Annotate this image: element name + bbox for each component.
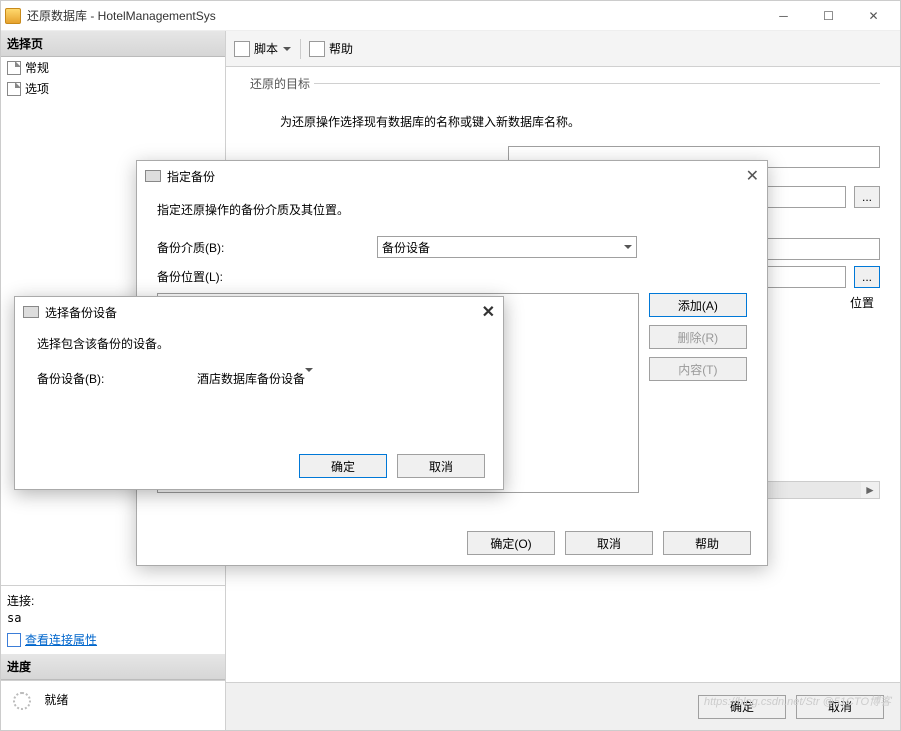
- help-icon: [309, 41, 325, 57]
- remove-location-button[interactable]: 删除(R): [649, 325, 747, 349]
- backup-media-value: 备份设备: [382, 239, 430, 256]
- backup-device-combo[interactable]: 酒店数据库备份设备: [197, 370, 477, 387]
- sidebar-item-label: 选项: [25, 80, 49, 97]
- progress-section: 就绪: [1, 680, 225, 730]
- specify-backup-titlebar: 指定备份 ✕: [137, 161, 767, 191]
- window-title: 还原数据库 - HotelManagementSys: [27, 7, 761, 24]
- select-device-title: 选择备份设备: [45, 304, 117, 321]
- close-button[interactable]: ✕: [851, 2, 896, 30]
- link-icon: [7, 633, 21, 647]
- select-device-close-button[interactable]: ✕: [482, 302, 495, 322]
- specify-cancel-button[interactable]: 取消: [565, 531, 653, 555]
- dropdown-arrow-icon[interactable]: [282, 44, 292, 54]
- backup-device-value: 酒店数据库备份设备: [197, 372, 305, 386]
- select-device-titlebar: 选择备份设备 ✕: [15, 297, 503, 327]
- dialog-icon: [23, 306, 39, 318]
- watermark: https://blog.csdn.net/Str @51CTO博客: [704, 693, 891, 709]
- page-icon: [7, 82, 21, 96]
- backup-device-label: 备份设备(B):: [37, 370, 197, 387]
- connection-value: sa: [7, 611, 219, 625]
- connection-label: 连接:: [7, 592, 219, 609]
- select-backup-device-dialog: 选择备份设备 ✕ 选择包含该备份的设备。 备份设备(B): 酒店数据库备份设备 …: [14, 296, 504, 490]
- specify-backup-instruction: 指定还原操作的备份介质及其位置。: [157, 201, 747, 218]
- help-button[interactable]: 帮助: [329, 40, 353, 57]
- target-hint: 为还原操作选择现有数据库的名称或键入新数据库名称。: [280, 113, 880, 130]
- select-device-ok-button[interactable]: 确定: [299, 454, 387, 478]
- group-legend: 还原的目标: [246, 75, 314, 92]
- specify-backup-close-button[interactable]: ✕: [746, 166, 759, 186]
- view-connection-properties-link[interactable]: 查看连接属性: [7, 631, 219, 648]
- sidebar-item-label: 常规: [25, 59, 49, 76]
- page-icon: [7, 61, 21, 75]
- progress-status: 就绪: [44, 693, 68, 707]
- add-location-button[interactable]: 添加(A): [649, 293, 747, 317]
- content-button[interactable]: 内容(T): [649, 357, 747, 381]
- specify-backup-title: 指定备份: [167, 168, 215, 185]
- dialog-icon: [145, 170, 161, 182]
- sidebar-item-options[interactable]: 选项: [1, 78, 225, 99]
- minimize-button[interactable]: ─: [761, 2, 806, 30]
- toolbar: 脚本 帮助: [226, 31, 900, 67]
- backup-location-label: 备份位置(L):: [157, 268, 377, 285]
- scroll-right-icon[interactable]: ►: [861, 482, 879, 498]
- database-icon: [5, 8, 21, 24]
- sidebar-item-general[interactable]: 常规: [1, 57, 225, 78]
- titlebar: 还原数据库 - HotelManagementSys ─ ☐ ✕: [1, 1, 900, 31]
- backup-media-combo[interactable]: 备份设备: [377, 236, 637, 258]
- select-device-cancel-button[interactable]: 取消: [397, 454, 485, 478]
- specify-help-button[interactable]: 帮助: [663, 531, 751, 555]
- select-page-header: 选择页: [1, 31, 225, 57]
- maximize-button[interactable]: ☐: [806, 2, 851, 30]
- chevron-down-icon: [624, 245, 632, 253]
- script-dropdown[interactable]: 脚本: [254, 40, 278, 57]
- browse-button-2[interactable]: ...: [854, 266, 880, 288]
- spinner-icon: [13, 692, 31, 710]
- link-label: 查看连接属性: [25, 631, 97, 648]
- backup-media-label: 备份介质(B):: [157, 239, 377, 256]
- toolbar-separator: [300, 39, 301, 59]
- specify-ok-button[interactable]: 确定(O): [467, 531, 555, 555]
- progress-header: 进度: [1, 654, 225, 680]
- select-device-instruction: 选择包含该备份的设备。: [37, 335, 481, 352]
- script-icon: [234, 41, 250, 57]
- browse-source-button[interactable]: ...: [854, 186, 880, 208]
- chevron-down-icon: [305, 368, 313, 390]
- connection-section: 连接: sa 查看连接属性: [1, 585, 225, 654]
